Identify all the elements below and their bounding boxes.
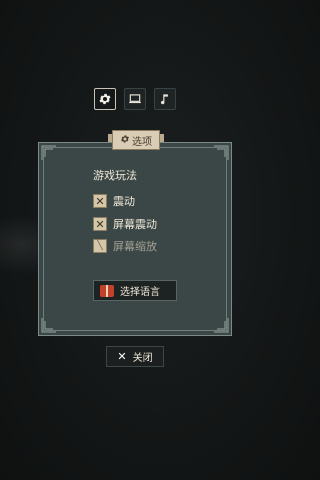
select-language-label: 选择语言	[120, 287, 160, 298]
section-title: 游戏玩法	[93, 169, 137, 182]
laptop-icon	[128, 92, 142, 106]
option-label: 屏幕震动	[113, 218, 157, 231]
x-mark-icon: ✕	[95, 217, 105, 231]
panel-corner-ornament	[213, 145, 229, 161]
checkbox-screen-scale[interactable]: ╲	[93, 239, 107, 253]
gear-icon	[98, 92, 112, 106]
close-icon: ✕	[117, 350, 127, 363]
panel-corner-ornament	[213, 317, 229, 333]
select-language-button[interactable]: 选择语言	[93, 280, 177, 301]
panel-corner-ornament	[41, 145, 57, 161]
option-screen-scale[interactable]: ╲ 屏幕缩放	[93, 238, 157, 254]
option-label: 震动	[113, 195, 135, 208]
close-label: 关闭	[132, 353, 153, 364]
tab-audio[interactable]	[154, 88, 176, 110]
partial-mark-icon: ╲	[97, 240, 103, 251]
panel-title: 选项	[132, 136, 152, 148]
option-vibration[interactable]: ✕ 震动	[93, 193, 135, 209]
tab-display[interactable]	[124, 88, 146, 110]
music-note-icon	[158, 92, 172, 106]
checkbox-vibration[interactable]: ✕	[93, 194, 107, 208]
settings-tabs	[94, 88, 176, 110]
option-label: 屏幕缩放	[113, 240, 157, 253]
book-icon	[100, 284, 114, 297]
option-screen-shake[interactable]: ✕ 屏幕震动	[93, 216, 157, 232]
tab-gameplay[interactable]	[94, 88, 116, 110]
panel-title-ribbon: 选项	[108, 130, 164, 150]
gear-icon	[120, 134, 130, 147]
panel-corner-ornament	[41, 317, 57, 333]
checkbox-screen-shake[interactable]: ✕	[93, 217, 107, 231]
x-mark-icon: ✕	[95, 194, 105, 208]
close-button[interactable]: ✕ 关闭	[106, 346, 164, 367]
